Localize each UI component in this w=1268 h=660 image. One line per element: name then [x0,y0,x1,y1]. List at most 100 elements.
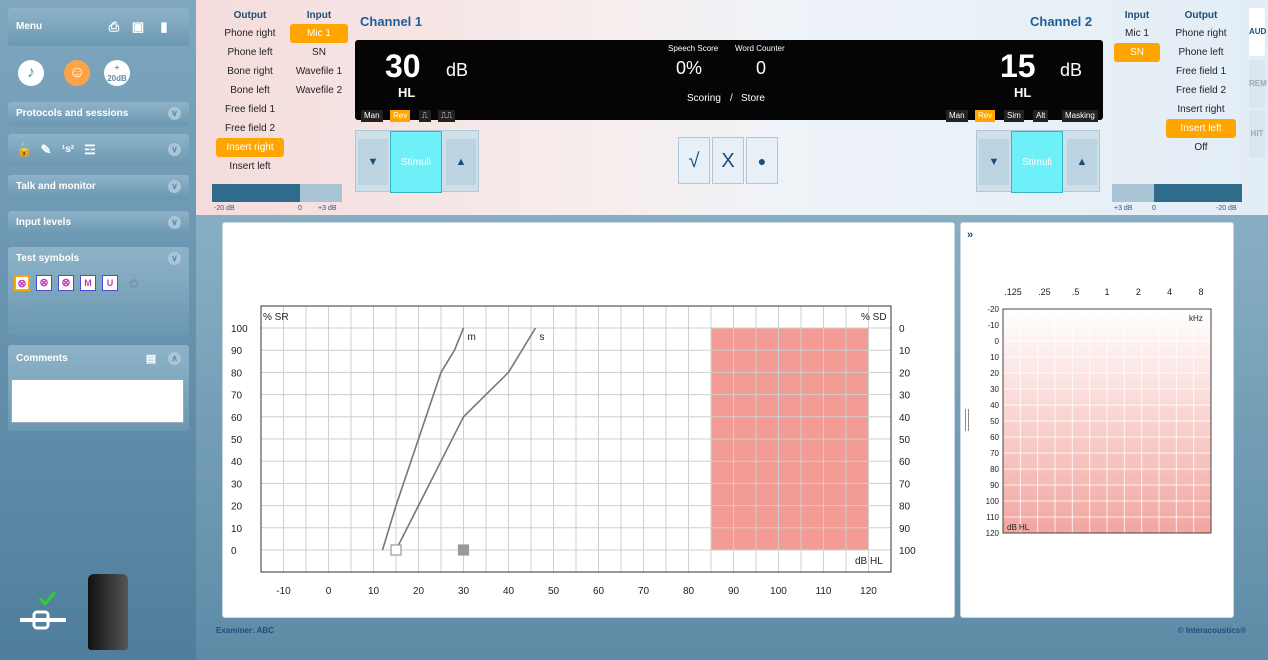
incorrect-button[interactable]: X [712,137,744,184]
scoring-separator: / [730,93,733,104]
lock-icon[interactable]: 🔒 [16,142,32,158]
record-button[interactable]: ● [746,137,778,184]
tab-rem[interactable]: REM [1249,60,1267,108]
ch2-output-item[interactable]: Insert right [1166,100,1236,119]
chevron-down-icon[interactable]: ∨ [168,143,181,156]
menu-label[interactable]: Menu [16,21,42,32]
add-20db-button[interactable]: +20dB [104,60,130,86]
note-icon[interactable]: ▤ [143,351,159,367]
tab-aud[interactable]: AUD [1249,8,1266,56]
sr-label: % SR [263,312,289,323]
ch1-output-item[interactable]: Insert right [216,138,284,157]
ch1-stimuli-button[interactable]: Stimuli [390,131,442,193]
x-tick: 40 [503,586,515,597]
ch1-output-list: Output Phone right Phone left Bone right Bo… [216,10,284,176]
tab-hit[interactable]: HIT [1249,110,1265,158]
menu-panel: Menu ⎙ ▣ ▮ [8,8,189,46]
save-icon[interactable]: ▣ [130,19,146,35]
talk-monitor-panel[interactable]: Talk and monitor ∨ [8,175,189,199]
mode-button[interactable]: Rev [390,110,411,122]
ch1-output-item[interactable]: Phone left [216,43,284,62]
ch1-output-item[interactable]: Free field 1 [216,100,284,119]
ch1-output-item[interactable]: Bone right [216,62,284,81]
ch2-slider-track [1112,184,1154,202]
protocols-panel[interactable]: Protocols and sessions ∨ [8,102,189,126]
ch2-input-slider[interactable] [1112,184,1242,202]
comments-textarea[interactable] [11,379,184,423]
ch1-input-item[interactable]: SN [290,43,348,62]
expand-icon[interactable]: » [967,229,973,241]
x-tick: 0 [326,586,332,597]
dbhl-label: dB HL [855,556,883,567]
ch2-level-down-button[interactable]: ▼ [979,139,1009,185]
symbol-unmasked-icon[interactable]: ⊗ [14,275,30,291]
chevron-up-icon[interactable]: ∧ [168,352,181,365]
chevron-down-icon[interactable]: ∨ [168,252,181,265]
mode-button[interactable]: Man [361,110,383,122]
ch1-output-item[interactable]: Insert left [216,157,284,176]
x-tick: 100 [770,586,787,597]
exit-icon[interactable]: ▮ [156,19,172,35]
x-tick: 80 [683,586,695,597]
ch2-output-item[interactable]: Phone left [1166,43,1236,62]
speech-graph-panel: 100 90 80 70 60 50 40 30 20 10 0 0 10 20 30 40 50 60 70 80 9… [222,222,955,618]
ch2-stimuli-button[interactable]: Stimuli [1011,131,1063,193]
level-tick: 20 [990,369,999,378]
talk-monitor-title: Talk and monitor [16,181,96,192]
input-levels-panel[interactable]: Input levels ∨ [8,211,189,235]
print-icon[interactable]: ⎙ [106,19,122,35]
ch2-output-item[interactable]: Phone right [1166,24,1236,43]
chevron-down-icon[interactable]: ∨ [168,107,181,120]
level-tick: 0 [995,337,1000,346]
chevron-down-icon[interactable]: ∨ [168,180,181,193]
ch1-input-item[interactable]: Wavefile 1 [290,62,348,81]
speech-graph[interactable]: 1009080706050403020100010203040506070809… [223,223,956,619]
ch1-input-item[interactable]: Mic 1 [290,24,348,43]
ch2-output-item[interactable]: Free field 1 [1166,62,1236,81]
store-label[interactable]: Store [741,93,765,104]
audiogram-graph[interactable]: -20 -10 0 10 20 30 40 50 60 70 80 90 100 110 120 .125 .2… [961,223,1235,619]
test-symbols-panel: Test symbols ∨ [8,247,189,335]
correct-button[interactable]: √ [678,137,710,184]
scoring-label[interactable]: Scoring [687,93,721,104]
ch1-output-item[interactable]: Free field 2 [216,119,284,138]
y-tick-left: 80 [231,368,243,379]
ch2-output-list: Output Phone right Phone left Free field 1… [1166,10,1236,157]
report-icon[interactable]: ☲ [82,142,98,158]
ci-symbol-icon[interactable]: ✿ [126,276,142,292]
tone-test-icon[interactable]: ♪ [18,60,44,86]
y-tick-right: 10 [899,346,911,357]
mode-button[interactable]: Sim [1004,110,1024,122]
mode-button[interactable]: Alt [1033,110,1049,122]
ch2-input-item[interactable]: SN [1114,43,1160,62]
level-tick: 70 [990,449,999,458]
ch1-input-slider[interactable] [212,184,342,202]
ch1-output-item[interactable]: Bone left [216,81,284,100]
ch2-input-item[interactable]: Mic 1 [1114,24,1160,43]
speech-test-icon[interactable]: ☺ [64,60,90,86]
edit-icon[interactable]: ✎ [38,142,54,158]
splitter-handle[interactable] [965,409,969,431]
symbol-u-icon[interactable]: U [102,275,118,291]
mode-button[interactable]: Man [946,110,968,122]
chevron-down-icon[interactable]: ∨ [168,216,181,229]
mode-button[interactable]: ⎍⎍ [438,110,456,122]
symbol-m-icon[interactable]: M [80,275,96,291]
mode-button[interactable]: ⎍ [419,110,431,122]
ch2-level-up-button[interactable]: ▲ [1067,139,1097,185]
ch2-output-item[interactable]: Free field 2 [1166,81,1236,100]
sound-level-icon[interactable]: ¹s² [60,142,76,158]
ch2-output-item[interactable]: Off [1166,138,1236,157]
ch1-input-item[interactable]: Wavefile 2 [290,81,348,100]
symbol-aided-icon[interactable]: ⊗ [58,275,74,291]
ch2-output-item[interactable]: Insert left [1166,119,1236,138]
ch1-slider-max: +3 dB [318,205,337,212]
mode-button[interactable]: Masking [1062,110,1098,122]
symbol-masked-icon[interactable]: ⊗ [36,275,52,291]
ch1-output-item[interactable]: Phone right [216,24,284,43]
freq-tick: 4 [1167,287,1172,297]
ch1-level-up-button[interactable]: ▲ [446,139,476,185]
ear-icon[interactable]: ℰ [14,306,30,322]
mode-button[interactable]: Rev [975,110,996,122]
ch1-level-down-button[interactable]: ▼ [358,139,388,185]
